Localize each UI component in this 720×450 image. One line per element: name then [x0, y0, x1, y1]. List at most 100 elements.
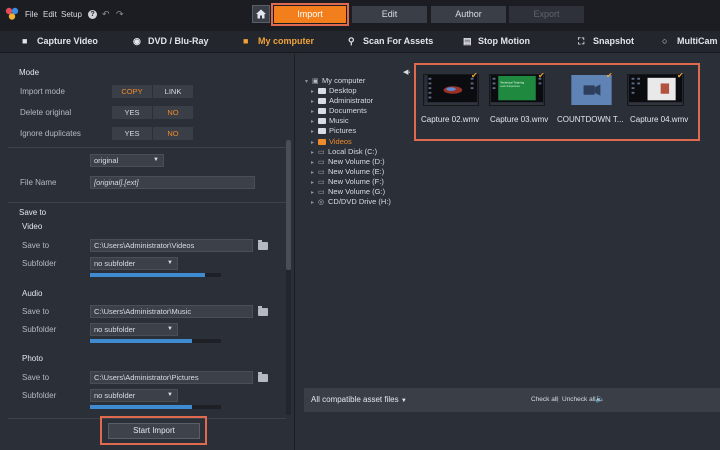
tab-multicam[interactable]: ○MultiCam C [662, 36, 720, 46]
uncheck-all-link[interactable]: Uncheck all [562, 396, 596, 403]
tree-item[interactable]: ▸ Pictures [311, 126, 356, 135]
tree-item[interactable]: ▸ ▭ New Volume (G:) [311, 187, 385, 196]
naming-preset-dropdown[interactable]: original ▼ [90, 154, 164, 167]
tab-dvd-bluray[interactable]: ◉ DVD / Blu-Ray [133, 36, 209, 47]
ignore-duplicates-yes[interactable]: YES [112, 127, 152, 140]
tree-item-my-computer[interactable]: ▾ ▣ My computer [305, 76, 365, 85]
tree-item[interactable]: ▸ ▭ New Volume (D:) [311, 157, 385, 166]
video-subfolder-label: Subfolder [22, 259, 57, 268]
tab-snapshot[interactable]: ⛶ Snapshot [578, 36, 634, 47]
drive-icon: ▭ [318, 158, 325, 166]
import-settings-panel: Mode Import mode COPY LINK Delete origin… [0, 54, 295, 450]
tree-item-label: New Volume (G:) [328, 187, 386, 196]
top-bar: File Edit Setup ? ↶ ↷ Import Edit Author… [0, 0, 720, 31]
tree-item-label: Pictures [329, 126, 357, 136]
import-tab-highlight [271, 3, 349, 26]
expand-arrow-icon[interactable]: ▸ [311, 139, 318, 146]
video-storage-bar [90, 273, 221, 277]
tab-stop-motion[interactable]: ▤ Stop Motion [463, 36, 530, 47]
folder-icon [318, 88, 326, 95]
tree-item[interactable]: ▸ Desktop [311, 86, 357, 95]
file-name-field[interactable]: [original].[ext] [90, 176, 255, 189]
video-storage-fill [90, 273, 206, 277]
folder-icon [318, 108, 326, 115]
delete-original-label: Delete original [20, 108, 72, 117]
audio-save-to-label: Save to [22, 307, 50, 316]
menu-edit[interactable]: Edit [43, 10, 57, 19]
ignore-duplicates-no[interactable]: NO [153, 127, 193, 140]
home-button[interactable] [252, 5, 270, 23]
redo-icon[interactable]: ↷ [116, 9, 124, 20]
collapse-arrow-icon: ▾ [305, 79, 309, 85]
settings-scrollbar[interactable] [286, 140, 291, 415]
delete-original-no[interactable]: NO [153, 106, 193, 119]
expand-arrow-icon[interactable]: ▸ [311, 169, 318, 176]
tree-item-label: New Volume (E:) [328, 166, 385, 176]
audio-subfolder-dropdown[interactable]: no subfolder ▼ [90, 323, 178, 336]
tree-item[interactable]: ▸ Documents [311, 106, 367, 115]
undo-icon[interactable]: ↶ [102, 9, 110, 20]
save-to-title: Save to [19, 208, 47, 217]
expand-arrow-icon[interactable]: ▸ [311, 98, 318, 105]
expand-arrow-icon[interactable]: ▸ [311, 179, 318, 186]
expand-arrow-icon[interactable]: ▸ [311, 108, 318, 115]
tree-item[interactable]: ▸ ▭ New Volume (E:) [311, 167, 384, 176]
tree-item[interactable]: ▸ ▭ New Volume (F:) [311, 177, 384, 186]
tab-capture-video[interactable]: ■ Capture Video [22, 36, 98, 46]
delete-original-yes[interactable]: YES [112, 106, 152, 119]
disc-icon: ◉ [133, 36, 141, 46]
tree-item[interactable]: ▸ Music [311, 116, 349, 125]
video-subfolder-dropdown[interactable]: no subfolder ▼ [90, 257, 178, 270]
file-type-filter[interactable]: All compatible asset files ▼ [311, 395, 407, 404]
menu-setup[interactable]: Setup [61, 10, 82, 19]
tree-item[interactable]: ▸ Videos [311, 137, 352, 146]
folder-browse-icon[interactable] [258, 372, 268, 382]
tree-item-label: Videos [329, 136, 352, 146]
tab-export[interactable]: Export [509, 6, 584, 23]
import-mode-link[interactable]: LINK [153, 85, 193, 98]
check-all-link[interactable]: Check all [531, 396, 558, 403]
separator: | [557, 396, 559, 403]
search-icon: ⚲ [348, 36, 355, 46]
photo-path-field[interactable]: C:\Users\Administrator\Pictures [90, 371, 253, 384]
folder-icon [318, 118, 326, 125]
tab-author[interactable]: Author [431, 6, 506, 23]
tree-item-label: Local Disk (C:) [328, 146, 378, 156]
section-divider [8, 202, 286, 203]
audio-storage-bar [90, 339, 221, 343]
film-icon: ▤ [463, 36, 472, 46]
expand-arrow-icon[interactable]: ▸ [311, 189, 318, 196]
audio-path-field[interactable]: C:\Users\Administrator\Music [90, 305, 253, 318]
tree-item[interactable]: ▸ ◎ CD/DVD Drive (H:) [311, 197, 391, 206]
assets-highlight [414, 63, 700, 141]
photo-title: Photo [22, 354, 43, 363]
tab-scan-for-assets[interactable]: ⚲ Scan For Assets [348, 36, 433, 47]
expand-arrow-icon[interactable]: ▸ [311, 199, 318, 206]
expand-arrow-icon[interactable]: ▸ [311, 149, 318, 156]
tab-my-computer[interactable]: ■ My computer [243, 36, 314, 46]
folder-browse-icon[interactable] [258, 306, 268, 316]
expand-arrow-icon[interactable]: ▸ [311, 128, 318, 135]
chevron-down-icon: ▼ [167, 392, 173, 398]
expand-arrow-icon[interactable]: ▸ [311, 118, 318, 125]
help-icon[interactable]: ? [88, 10, 97, 19]
tree-item-label: Documents [329, 106, 367, 116]
chevron-down-icon: ▼ [400, 398, 407, 404]
speaker-icon[interactable]: 🔈 [595, 394, 605, 403]
import-mode-copy[interactable]: COPY [112, 85, 152, 98]
folder-browse-icon[interactable] [258, 240, 268, 250]
expand-arrow-icon[interactable]: ▸ [311, 159, 318, 166]
tree-item-label: CD/DVD Drive (H:) [328, 197, 391, 207]
scrollbar-thumb[interactable] [286, 140, 291, 270]
tree-item[interactable]: ▸ Administrator [311, 96, 373, 105]
expand-arrow-icon[interactable]: ▸ [311, 88, 318, 95]
tab-edit[interactable]: Edit [352, 6, 427, 23]
video-path-field[interactable]: C:\Users\Administrator\Videos [90, 239, 253, 252]
drive-icon: ▭ [318, 168, 325, 176]
drive-icon: ▭ [318, 148, 325, 156]
menu-file[interactable]: File [25, 10, 38, 19]
photo-subfolder-dropdown[interactable]: no subfolder ▼ [90, 389, 178, 402]
tree-item[interactable]: ▸ ▭ Local Disk (C:) [311, 147, 377, 156]
asset-filter-bar: All compatible asset files ▼ Check all |… [304, 388, 720, 412]
import-source-tabs: ■ Capture Video ◉ DVD / Blu-Ray ■ My comput… [0, 31, 720, 53]
